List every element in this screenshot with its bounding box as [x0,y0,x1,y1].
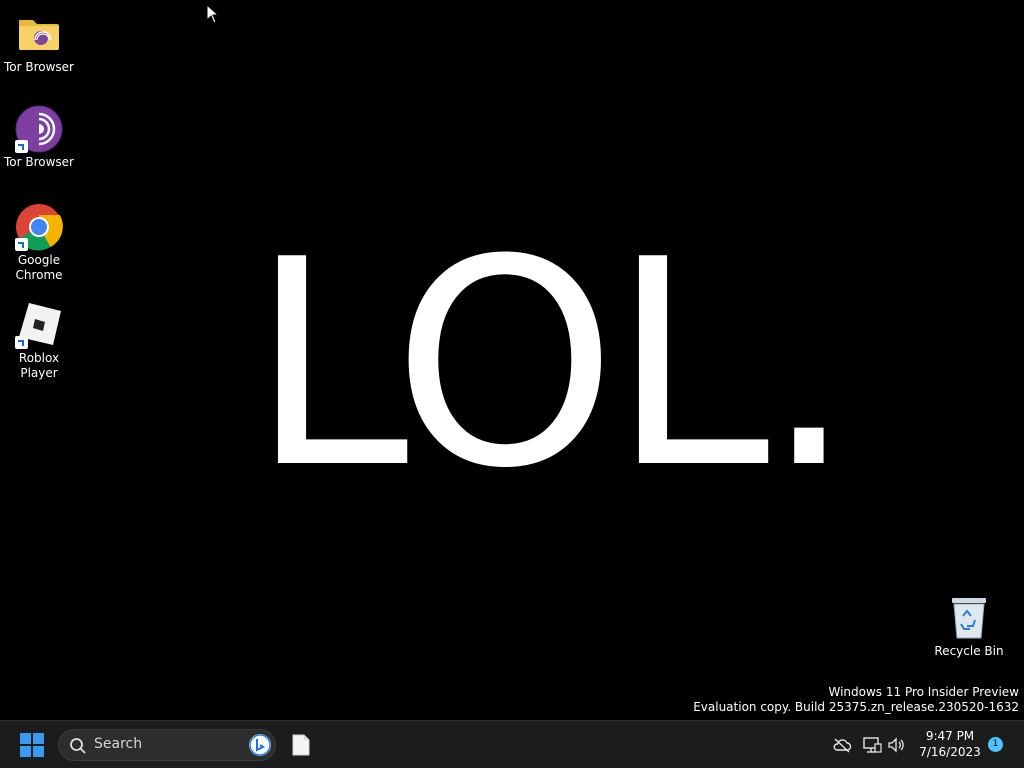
desktop: LOL. Tor Browser Tor Browser Google Chro… [0,0,1024,720]
tor-browser-icon [15,105,63,153]
search-placeholder: Search [94,736,143,752]
desktop-icon-label: Tor Browser [3,155,74,169]
start-button[interactable] [14,729,50,761]
watermark-line-edition: Windows 11 Pro Insider Preview [828,685,1019,699]
desktop-icon-tor-browser[interactable]: Tor Browser [0,105,78,170]
shortcut-arrow-icon [15,336,28,349]
desktop-icon-label: Roblox Player [18,351,60,380]
clock-date: 7/16/2023 [919,745,981,759]
shortcut-arrow-icon [15,238,28,251]
recycle-bin-label: Recycle Bin [934,644,1004,658]
taskbar: Search 9:47 PM 7/16/2023 1 [0,720,1024,768]
chrome-icon [15,203,63,251]
watermark-line-build: Evaluation copy. Build 25375.zn_release.… [693,700,1019,714]
mouse-cursor-icon [206,3,220,24]
search-icon [69,737,87,759]
cloud-off-icon[interactable] [832,735,852,755]
desktop-icon-google-chrome[interactable]: Google Chrome [0,203,78,283]
desktop-icon-label: Tor Browser [3,60,74,74]
desktop-icon-label: Google Chrome [15,253,63,282]
build-watermark: Windows 11 Pro Insider Preview Evaluatio… [693,685,1019,715]
taskbar-app-document[interactable] [286,729,316,761]
notification-badge[interactable]: 1 [988,737,1003,752]
taskbar-search-box[interactable]: Search [58,729,276,761]
folder-icon [15,10,63,58]
clock-time: 9:47 PM [925,729,975,743]
bing-icon[interactable] [249,734,271,756]
document-icon [292,734,310,756]
network-icon[interactable] [862,735,882,755]
desktop-icon-tor-browser-folder[interactable]: Tor Browser [0,10,78,75]
desktop-icon-recycle-bin[interactable]: Recycle Bin [934,596,1004,658]
wallpaper-text: LOL. [250,199,854,531]
desktop-icon-roblox-player[interactable]: Roblox Player [0,301,78,381]
roblox-icon [15,301,63,349]
recycle-bin-icon [949,596,989,640]
windows-start-icon [20,733,44,757]
shortcut-arrow-icon [15,140,28,153]
volume-icon[interactable] [886,735,906,755]
taskbar-clock[interactable]: 9:47 PM 7/16/2023 [912,728,988,760]
